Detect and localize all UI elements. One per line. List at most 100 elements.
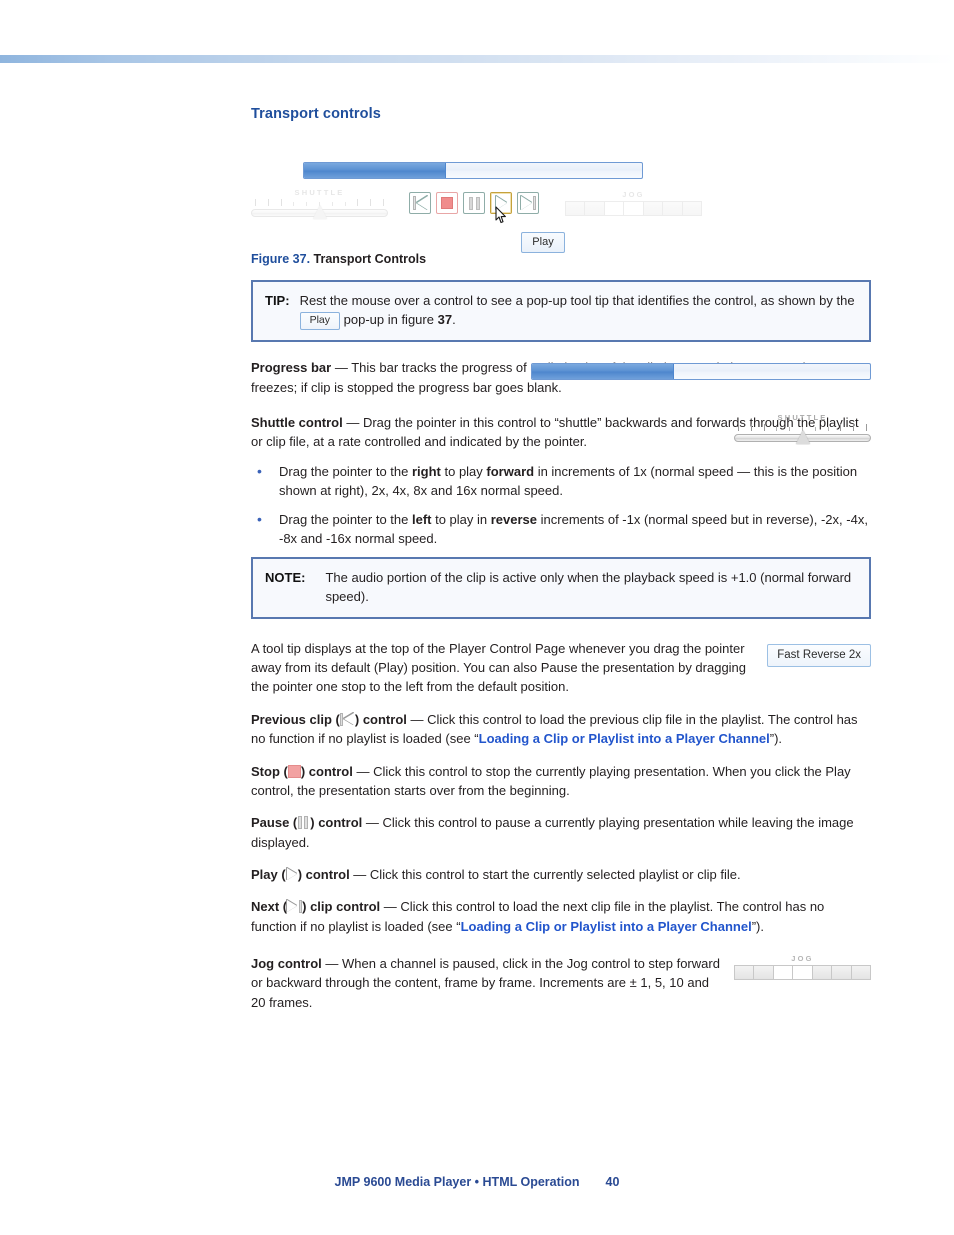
stop-icon <box>287 764 301 778</box>
play-heading-b: ) control <box>297 866 350 882</box>
next-clip-paragraph: Next () clip control — Click this contro… <box>251 897 871 936</box>
bullet-1-b2: reverse <box>490 511 538 527</box>
next-heading-a: Next ( <box>251 899 288 915</box>
figure-progress-fill <box>304 163 446 178</box>
figure-jog-control[interactable]: JOG <box>565 190 702 220</box>
jog-widget-label: JOG <box>791 954 814 964</box>
progress-bar-dash: — <box>331 360 352 376</box>
tooltip-paragraph: A tool tip displays at the top of the Pl… <box>251 640 747 695</box>
list-item: Drag the pointer to the right to play fo… <box>251 461 871 501</box>
next-dash: — <box>380 899 401 915</box>
figure-caption-number: Figure 37. <box>251 252 311 266</box>
page-top-rule <box>0 55 954 63</box>
pause-dash: — <box>362 815 383 831</box>
page-title: Transport controls <box>251 106 381 122</box>
figure-jog-label: JOG <box>622 190 645 199</box>
body-progress-bar <box>531 363 871 381</box>
previous-clip-button[interactable] <box>409 192 431 214</box>
jog-control-graphic[interactable]: JOG <box>734 954 871 984</box>
bullet-1-p1: Drag the pointer to the <box>279 511 412 527</box>
play-dash: — <box>349 866 370 882</box>
play-icon <box>495 196 507 210</box>
play-paragraph: Play ( ) control — Click this control to … <box>251 865 871 884</box>
figure-progress-bar <box>303 162 643 179</box>
bullet-1-b1: left <box>411 511 432 527</box>
play-heading-a: Play ( <box>251 866 286 882</box>
link-loading-clip-playlist-2[interactable]: Loading a Clip or Playlist into a Player… <box>461 919 752 934</box>
stop-heading-b: ) control <box>300 763 353 779</box>
pause-heading-a: Pause ( <box>251 815 298 831</box>
pause-icon <box>468 196 480 210</box>
previous-clip-heading-b: ) control <box>354 711 407 727</box>
body-progress-fill <box>532 364 674 380</box>
figure-transport-buttons <box>409 192 539 214</box>
previous-clip-dash: — <box>406 711 428 727</box>
tip-figure-ref: 37 <box>437 312 453 328</box>
previous-clip-text-b: ”). <box>769 731 783 747</box>
jog-paragraph: Jog control — When a channel is paused, … <box>251 954 721 1012</box>
previous-clip-icon <box>412 196 428 210</box>
shuttle-widget-knob[interactable] <box>795 430 810 445</box>
progress-bar-section: Progress bar — This bar tracks the progr… <box>251 358 871 397</box>
bullet-0-p2: to play <box>440 463 487 479</box>
previous-clip-heading-a: Previous clip ( <box>251 711 340 727</box>
tip-text-after-b: . <box>452 312 456 328</box>
shuttle-dash: — <box>342 415 363 431</box>
footer-doc-title: JMP 9600 Media Player • HTML Operation <box>334 1175 580 1189</box>
tip-text-after-a: pop-up in figure <box>343 312 434 328</box>
figure-caption: Figure 37. Transport Controls <box>251 252 871 266</box>
stop-button[interactable] <box>436 192 458 214</box>
note-body: The audio portion of the clip is active … <box>325 570 852 605</box>
stop-dash: — <box>352 763 374 779</box>
list-item: Drag the pointer to the left to play in … <box>251 509 871 549</box>
next-clip-icon <box>287 900 303 914</box>
figure-shuttle-control[interactable]: SHUTTLE <box>251 188 388 222</box>
play-button[interactable] <box>490 192 512 214</box>
shuttle-heading: Shuttle control <box>251 415 343 431</box>
pause-button[interactable] <box>463 192 485 214</box>
stop-paragraph: Stop () control — Click this control to … <box>251 762 871 801</box>
play-text: Click this control to start the currentl… <box>369 866 741 882</box>
jog-control-section: JOG Jog control — When a channel is paus… <box>251 954 871 1012</box>
bullet-1-p2: to play in <box>431 511 491 527</box>
pause-paragraph: Pause () control — Click this control to… <box>251 813 871 852</box>
page-content: Transport controls SHUTTLE JOG Play Figu… <box>251 106 871 1012</box>
previous-clip-paragraph: Previous clip () control — Click this co… <box>251 710 871 749</box>
tip-body: Rest the mouse over a control to see a p… <box>299 291 857 331</box>
previous-clip-icon <box>339 712 355 726</box>
figure-shuttle-label: SHUTTLE <box>294 188 345 197</box>
tip-text-before: Rest the mouse over a control to see a p… <box>299 293 855 308</box>
jog-widget-cells[interactable] <box>734 965 871 981</box>
jog-cells[interactable] <box>565 201 702 216</box>
fast-reverse-tooltip: Fast Reverse 2x <box>767 643 871 667</box>
jog-dash: — <box>321 956 343 972</box>
play-icon <box>286 867 298 881</box>
document-page: Transport controls SHUTTLE JOG Play Figu… <box>0 0 954 1235</box>
jog-heading: Jog control <box>251 956 322 972</box>
link-loading-clip-playlist-1[interactable]: Loading a Clip or Playlist into a Player… <box>479 731 770 746</box>
shuttle-knob[interactable] <box>312 205 327 219</box>
shuttle-widget-label: SHUTTLE <box>777 413 828 423</box>
next-clip-icon <box>520 196 536 210</box>
pause-icon <box>297 816 310 830</box>
pause-heading-b: ) control <box>310 815 363 831</box>
shuttle-bullet-list: Drag the pointer to the right to play fo… <box>251 461 871 549</box>
stop-heading-a: Stop ( <box>251 763 288 779</box>
progress-bar-graphic <box>531 363 871 381</box>
tip-play-chip: Play <box>299 312 340 331</box>
fast-reverse-tooltip-graphic: Fast Reverse 2x <box>767 643 871 667</box>
tip-callout: TIP: Rest the mouse over a control to se… <box>251 280 871 343</box>
footer-page-number: 40 <box>605 1175 620 1189</box>
note-callout: NOTE: The audio portion of the clip is a… <box>251 557 871 619</box>
note-keyword: NOTE: <box>265 570 306 586</box>
next-heading-b: ) clip control <box>302 899 381 915</box>
shuttle-control-graphic[interactable]: SHUTTLE <box>734 413 871 447</box>
tooltip-section: Fast Reverse 2x A tool tip displays at t… <box>251 639 871 697</box>
bullet-0-b1: right <box>411 463 441 479</box>
figure-play-tooltip: Play <box>521 232 565 253</box>
next-clip-button[interactable] <box>517 192 539 214</box>
progress-bar-heading: Progress bar <box>251 360 332 376</box>
shuttle-control-section: SHUTTLE Shuttle control — Drag the point… <box>251 413 871 452</box>
figure-transport-controls: SHUTTLE JOG Play <box>251 128 711 253</box>
tip-keyword: TIP: <box>265 293 290 308</box>
